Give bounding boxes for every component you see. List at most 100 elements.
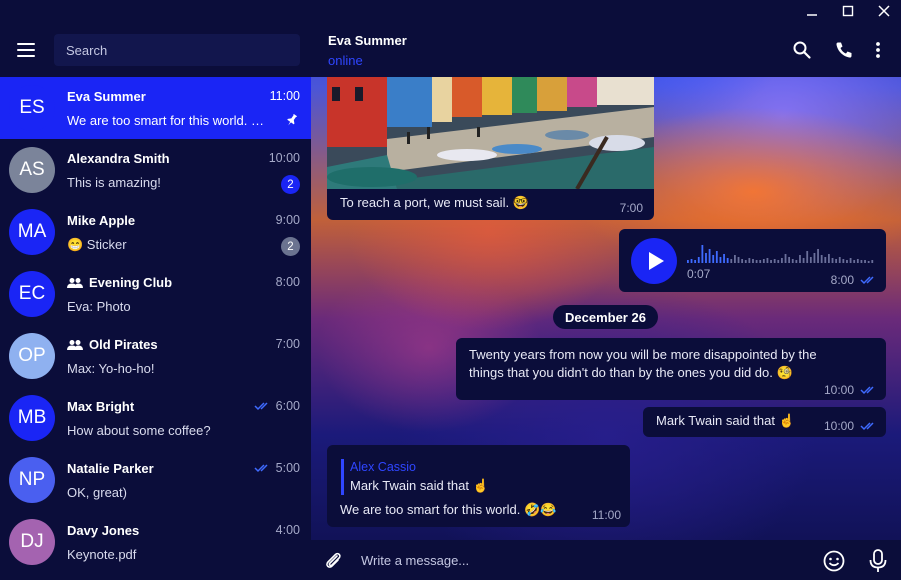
sidebar-header — [0, 0, 311, 77]
reply-author[interactable]: Alex Cassio — [350, 460, 416, 474]
waveform-bar — [759, 260, 762, 263]
double-check-icon — [860, 386, 874, 395]
chat-preview: This is amazing! — [67, 175, 161, 190]
chat-preview: How about some coffee? — [67, 423, 211, 438]
group-icon — [67, 339, 83, 350]
chat-title[interactable]: Eva Summer — [328, 33, 407, 48]
chat-list-item[interactable]: MA Mike Apple 9:00 😁 Sticker 2 — [0, 201, 311, 263]
chat-list-item[interactable]: EC Evening Club 8:00 Eva: Photo — [0, 263, 311, 325]
waveform-bar — [741, 259, 744, 263]
chat-name: Mike Apple — [67, 213, 136, 228]
chat-time-row: 4:00 — [276, 523, 300, 537]
message-text: Mark Twain said that ☝ — [656, 413, 795, 428]
waveform-bar — [762, 259, 765, 263]
waveform-bar — [842, 259, 845, 263]
incoming-reply-message: Alex Cassio Mark Twain said that ☝ We ar… — [327, 445, 630, 527]
message-input[interactable] — [361, 548, 801, 572]
chat-time: 4:00 — [275, 523, 300, 537]
message-time-row: 8:00 — [831, 273, 877, 287]
message-time: 7:00 — [619, 201, 643, 215]
chat-name-row: Max Bright — [67, 399, 134, 414]
chat-name-row: Old Pirates — [67, 337, 158, 352]
waveform-bar — [705, 253, 707, 263]
message-text: We are too smart for this world. 🤣😂 — [340, 502, 557, 517]
message-photo[interactable] — [327, 77, 654, 189]
waveform-bar — [755, 260, 758, 263]
waveform-bar — [690, 259, 693, 263]
waveform-bar — [781, 258, 783, 263]
chat-time: 11:00 — [269, 89, 300, 103]
message-time: 10:00 — [823, 383, 854, 397]
outgoing-message: Twenty years from now you will be more d… — [456, 338, 886, 400]
waveform-bar — [838, 257, 841, 263]
phone-icon[interactable] — [834, 40, 854, 60]
chat-time: 7:00 — [275, 337, 300, 351]
waveform-bar — [730, 259, 733, 263]
message-time: 8:00 — [830, 273, 854, 287]
waveform-bar — [694, 260, 697, 263]
close-icon[interactable] — [877, 4, 891, 18]
mic-icon[interactable] — [867, 548, 889, 574]
waveform-bar — [748, 258, 751, 263]
chat-name-row: Evening Club — [67, 275, 172, 290]
waveform-bar — [726, 258, 729, 263]
telegram-app: ES Eva Summer 11:00 We are too smart for… — [0, 0, 901, 580]
waveform-bar — [701, 245, 704, 263]
waveform-bar — [712, 255, 715, 263]
waveform-bar — [864, 260, 866, 263]
photo-message: To reach a port, we must sail. 🤓 7:00 — [327, 77, 654, 220]
waveform-bar — [813, 253, 816, 263]
chat-name: Natalie Parker — [67, 461, 154, 476]
more-icon[interactable] — [868, 40, 888, 60]
group-icon — [67, 277, 83, 288]
chat-list-item[interactable]: AS Alexandra Smith 10:00 This is amazing… — [0, 139, 311, 201]
attach-icon[interactable] — [323, 550, 343, 572]
chat-list-item[interactable]: ES Eva Summer 11:00 We are too smart for… — [0, 77, 311, 139]
waveform-bar — [853, 260, 856, 263]
chat-name-row: Alexandra Smith — [67, 151, 170, 166]
avatar: ES — [9, 85, 55, 131]
chat-list-item[interactable]: OP Old Pirates 7:00 Max: Yo-ho-ho! — [0, 325, 311, 387]
chat-list: ES Eva Summer 11:00 We are too smart for… — [0, 77, 311, 573]
chat-name-row: Mike Apple — [67, 213, 135, 228]
waveform-bar — [752, 259, 754, 263]
double-check-icon — [254, 464, 268, 473]
chat-list-item[interactable]: NP Natalie Parker 5:00 OK, great) — [0, 449, 311, 511]
reply-quoted-text[interactable]: Mark Twain said that ☝ — [350, 478, 489, 494]
chat-status: online — [328, 53, 363, 68]
chat-name: Eva Summer — [67, 89, 146, 104]
chat-list-item[interactable]: DJ Davy Jones 4:00 Keynote.pdf — [0, 511, 311, 573]
minimize-icon[interactable] — [805, 4, 819, 18]
waveform-bar — [687, 260, 689, 263]
emoji-icon[interactable] — [822, 549, 846, 573]
chat-list-item[interactable]: MB Max Bright 6:00 How about some coffee… — [0, 387, 311, 449]
maximize-icon[interactable] — [841, 4, 855, 18]
waveform-bar — [846, 260, 848, 263]
waveform-bar — [791, 259, 794, 263]
waveform-bar — [766, 258, 769, 263]
chat-time-row: 10:00 — [269, 151, 300, 165]
photo-caption: To reach a port, we must sail. 🤓 — [340, 195, 529, 210]
waveform-bar — [824, 257, 827, 263]
search-icon[interactable] — [792, 40, 812, 60]
avatar: MA — [9, 209, 55, 255]
waveform-bar — [799, 255, 801, 263]
waveform-bar — [723, 254, 725, 263]
waveform[interactable] — [687, 241, 875, 263]
chat-time-row: 11:00 — [270, 89, 300, 103]
double-check-icon — [254, 402, 268, 411]
message-time-row: 10:00 — [824, 383, 877, 397]
menu-icon[interactable] — [12, 36, 40, 64]
waveform-bar — [744, 260, 747, 263]
date-divider: December 26 — [553, 305, 658, 329]
waveform-bar — [715, 251, 718, 263]
chat-name: Max Bright — [67, 399, 135, 414]
waveform-bar — [871, 260, 874, 263]
avatar: MB — [9, 395, 55, 441]
avatar: DJ — [9, 519, 55, 565]
waveform-bar — [856, 259, 859, 263]
message-time: 10:00 — [823, 419, 854, 433]
play-icon[interactable] — [631, 238, 677, 284]
search-input[interactable] — [54, 34, 300, 66]
chat-time-row: 6:00 — [254, 399, 300, 413]
